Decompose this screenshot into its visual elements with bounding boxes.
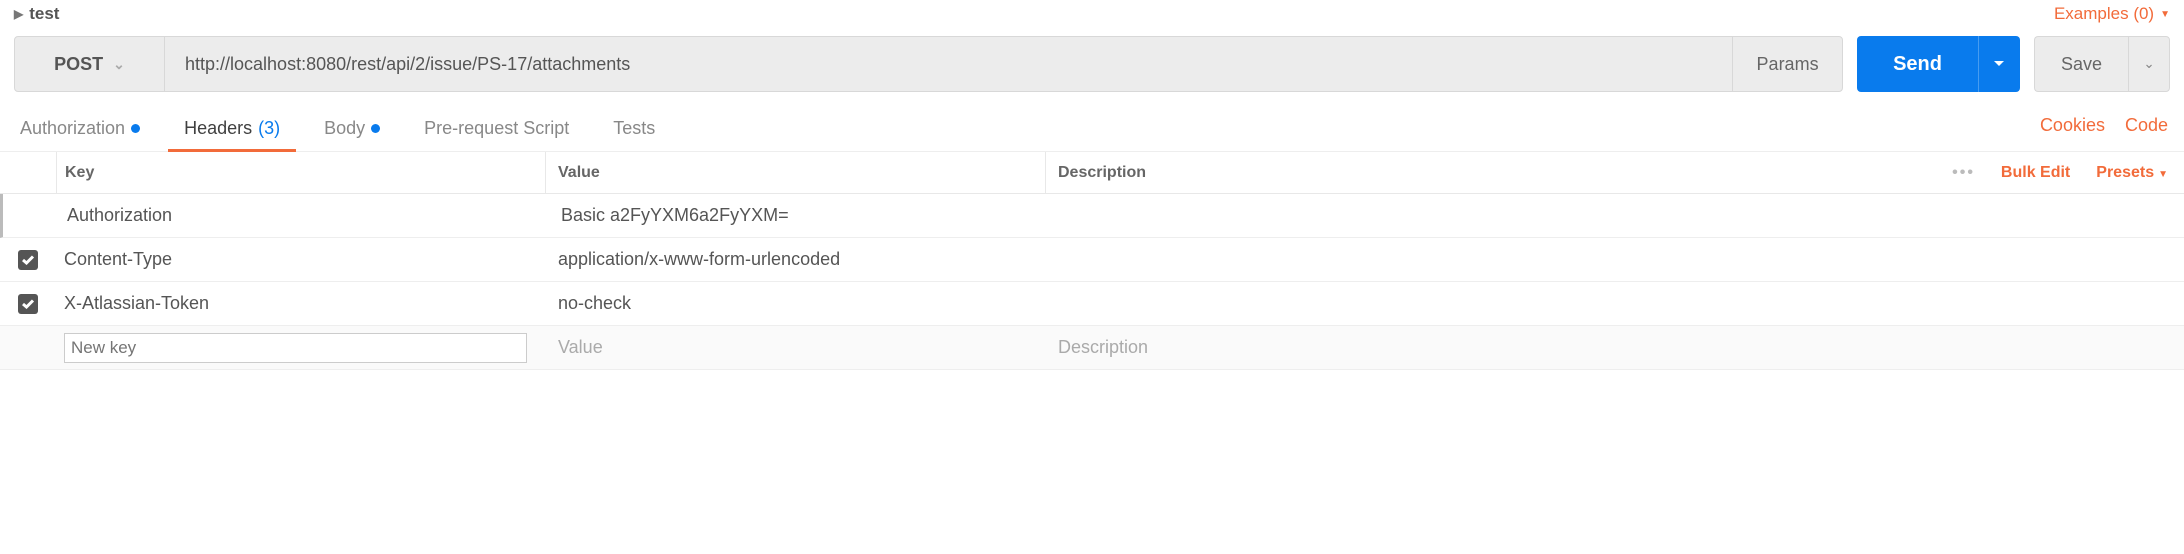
header-value[interactable]: no-check: [546, 282, 1046, 325]
new-description-placeholder[interactable]: Description: [1058, 337, 1148, 358]
checkbox-checked-icon[interactable]: [18, 250, 38, 270]
send-button[interactable]: Send: [1857, 36, 1978, 92]
url-input[interactable]: [165, 37, 1732, 91]
header-description[interactable]: [1046, 238, 1924, 281]
checkbox-checked-icon[interactable]: [18, 294, 38, 314]
tab-headers[interactable]: Headers (3): [180, 110, 284, 151]
request-name: test: [29, 4, 59, 24]
header-key[interactable]: Content-Type: [56, 238, 546, 281]
dot-indicator-icon: [371, 124, 380, 133]
new-value-placeholder[interactable]: Value: [558, 337, 603, 358]
code-link[interactable]: Code: [2125, 115, 2168, 136]
chevron-down-icon: ▼: [2160, 9, 2170, 20]
header-row[interactable]: Authorization Basic a2FyYXM6a2FyYXM=: [0, 194, 2184, 238]
chevron-down-icon: ⌄: [113, 56, 125, 73]
header-value[interactable]: Basic a2FyYXM6a2FyYXM=: [549, 194, 1049, 237]
header-row[interactable]: X-Atlassian-Token no-check: [0, 282, 2184, 326]
header-row[interactable]: Content-Type application/x-www-form-urle…: [0, 238, 2184, 282]
dot-indicator-icon: [131, 124, 140, 133]
cookies-link[interactable]: Cookies: [2040, 115, 2105, 136]
tab-authorization[interactable]: Authorization: [16, 110, 144, 151]
new-key-input[interactable]: [64, 333, 527, 363]
new-header-row[interactable]: Value Description: [0, 326, 2184, 370]
more-icon[interactable]: •••: [1952, 164, 1975, 182]
tab-tests[interactable]: Tests: [609, 110, 659, 151]
tab-prerequest[interactable]: Pre-request Script: [420, 110, 573, 151]
params-button[interactable]: Params: [1732, 37, 1842, 91]
tab-body[interactable]: Body: [320, 110, 384, 151]
chevron-down-icon: [1993, 60, 2005, 68]
column-header-description: Description: [1046, 152, 1924, 193]
send-dropdown[interactable]: [1978, 36, 2020, 92]
save-dropdown[interactable]: ⌄: [2128, 36, 2170, 92]
chevron-down-icon: ⌄: [2143, 56, 2154, 72]
caret-right-icon: ▶: [14, 7, 23, 21]
breadcrumb[interactable]: ▶ test: [14, 4, 59, 24]
bulk-edit-link[interactable]: Bulk Edit: [2001, 164, 2070, 182]
header-description[interactable]: [1049, 194, 1924, 237]
header-value[interactable]: application/x-www-form-urlencoded: [546, 238, 1046, 281]
header-key[interactable]: X-Atlassian-Token: [56, 282, 546, 325]
column-header-value: Value: [546, 152, 1046, 193]
chevron-down-icon: ▼: [2158, 169, 2168, 180]
save-button[interactable]: Save: [2034, 36, 2128, 92]
http-method-select[interactable]: POST ⌄: [15, 37, 165, 91]
column-header-key: Key: [56, 152, 546, 193]
examples-dropdown[interactable]: Examples (0) ▼: [2054, 4, 2170, 24]
presets-dropdown[interactable]: Presets▼: [2096, 164, 2168, 182]
header-key[interactable]: Authorization: [59, 194, 549, 237]
header-description[interactable]: [1046, 282, 1924, 325]
